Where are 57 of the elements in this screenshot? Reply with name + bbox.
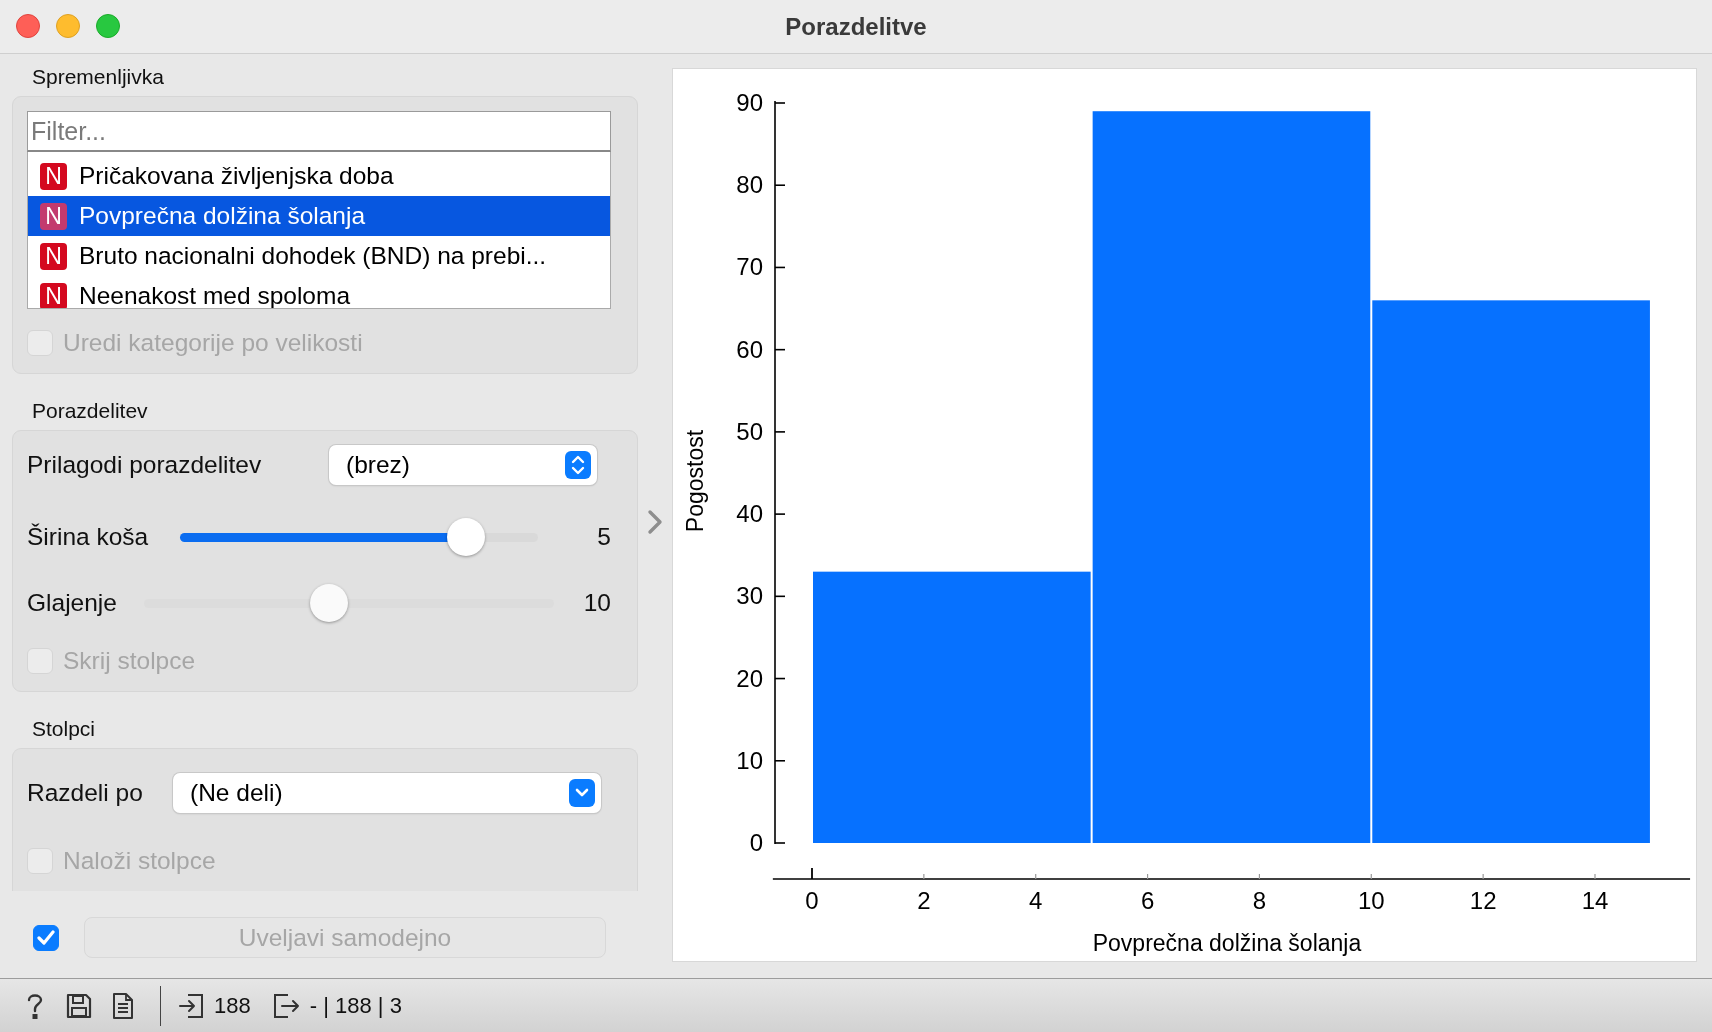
slider[interactable] <box>180 517 538 557</box>
input-icon <box>179 991 204 1020</box>
numeric-badge: N <box>40 242 67 270</box>
section-title: Stolpci <box>32 716 97 742</box>
axis-tick-label: 12 <box>1469 887 1497 914</box>
report-icon[interactable] <box>112 991 134 1020</box>
slider-label: Širina koša <box>27 523 150 551</box>
numeric-badge: N <box>40 162 67 190</box>
axis-tick-label: 70 <box>736 253 763 281</box>
numeric-badge: N <box>40 282 67 308</box>
filter-field[interactable]: Filter... <box>27 111 611 152</box>
input-count: 188 <box>214 992 251 1019</box>
axis-tick-label: 40 <box>736 500 763 528</box>
list-item[interactable]: N Povprečna dolžina šolanja <box>28 196 610 236</box>
output-icon <box>272 991 300 1020</box>
window-title: Porazdelitve <box>785 12 927 41</box>
checkbox-label: Skrij stolpce <box>63 647 196 675</box>
close-button[interactable] <box>16 14 40 38</box>
axis-tick-label: 80 <box>736 171 763 199</box>
field-label: Razdeli po <box>27 779 143 807</box>
zoom-button[interactable] <box>96 14 120 38</box>
updown-chevron-icon <box>565 451 591 479</box>
dropdown[interactable]: (brez) <box>329 445 597 485</box>
save-icon[interactable] <box>66 992 92 1019</box>
y-axis-title: Pogostost <box>682 429 708 533</box>
axis-tick-label: 14 <box>1581 887 1609 914</box>
chevron-down-icon <box>569 779 595 807</box>
x-axis-title: Povprečna dolžina šolanja <box>1092 930 1362 956</box>
checkbox-label: Uredi kategorije po velikosti <box>63 329 363 357</box>
dropdown[interactable]: (Ne deli) <box>173 773 601 813</box>
slider-thumb[interactable] <box>447 518 486 556</box>
slider-value: 5 <box>596 523 611 551</box>
numeric-badge: N <box>40 202 67 230</box>
section-title: Spremenljivka <box>32 64 165 90</box>
output-summary: - | 188 | 3 <box>309 992 402 1019</box>
checkbox-label: Naloži stolpce <box>63 847 216 875</box>
axis-tick-label: 0 <box>749 829 763 856</box>
list-item[interactable]: N Bruto nacionalni dohodek (BND) na prebi... <box>28 236 610 276</box>
axis-tick-label: 10 <box>736 746 763 774</box>
axis-tick-label: 6 <box>1140 887 1155 914</box>
axis-tick-label: 30 <box>736 582 763 610</box>
axis-tick-label: 20 <box>736 664 763 692</box>
section-title: Porazdelitev <box>32 398 149 424</box>
axis-tick-label: 90 <box>736 89 763 116</box>
axis-tick-label: 60 <box>736 335 763 363</box>
axis-tick-label: 2 <box>917 887 931 914</box>
slider-value: 10 <box>582 589 611 617</box>
axis-tick-label: 50 <box>736 417 763 445</box>
minimize-button[interactable] <box>56 14 80 38</box>
axis-tick-label: 4 <box>1029 887 1043 914</box>
axis-tick-label: 8 <box>1252 887 1267 914</box>
axis-tick-label: 0 <box>805 887 819 914</box>
field-label: Prilagodi porazdelitev <box>27 451 262 479</box>
axis-tick-label: 10 <box>1357 887 1385 914</box>
list-item[interactable]: N Pričakovana življenjska doba <box>28 156 610 196</box>
chevron-right-icon[interactable] <box>647 509 663 535</box>
slider-label: Glajenje <box>27 589 118 617</box>
